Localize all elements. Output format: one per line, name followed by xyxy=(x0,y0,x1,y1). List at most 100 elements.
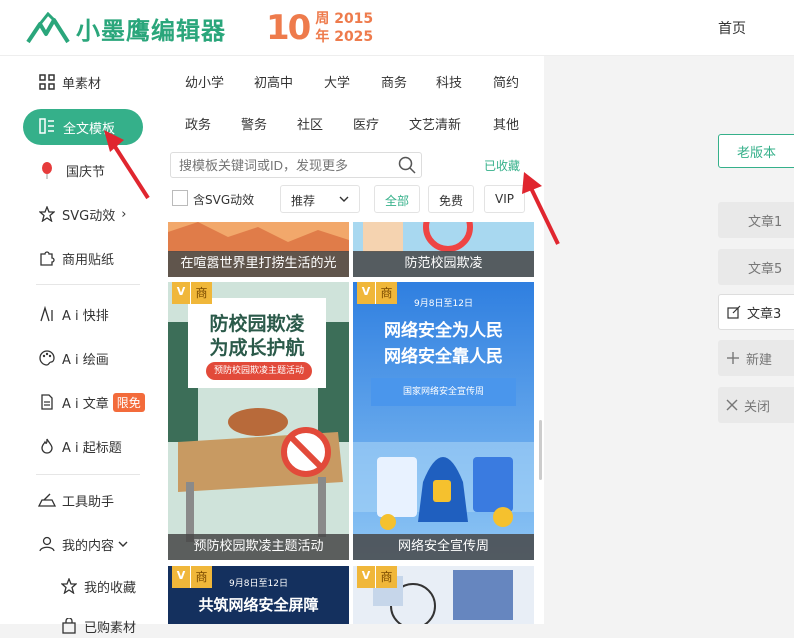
vip-tag: V xyxy=(172,282,190,304)
user-icon xyxy=(38,535,56,553)
sidebar-item-label: A i 绘画 xyxy=(62,352,109,368)
category-university[interactable]: 大学 xyxy=(324,72,350,91)
poster-title-line-2: 网络安全靠人民 xyxy=(384,347,503,367)
filter-all-pill[interactable]: 全部 xyxy=(374,185,421,213)
chevron-down-icon xyxy=(118,537,128,552)
sidebar-item-label: A i 起标题 xyxy=(62,440,122,456)
filter-free-pill[interactable]: 免费 xyxy=(428,185,475,213)
palette-icon xyxy=(38,349,56,367)
sidebar-item-ai-paint[interactable]: A i 绘画 xyxy=(38,346,109,370)
sidebar-item-single-material[interactable]: 单素材 xyxy=(38,70,101,94)
template-card[interactable]: 9月8日至12日 共筑网络安全屏障 V 商 xyxy=(168,566,349,624)
category-government[interactable]: 政务 xyxy=(185,114,211,133)
sidebar-item-my-favorites[interactable]: 我的收藏 xyxy=(60,574,136,598)
sidebar-item-label: A i 快排 xyxy=(62,308,109,324)
annotation-arrow-icon xyxy=(522,172,560,245)
category-police[interactable]: 警务 xyxy=(241,114,267,133)
sidebar-item-label: SVG动效 xyxy=(62,208,116,224)
sidebar-item-label: 商用贴纸 xyxy=(62,252,115,268)
vip-tag: V xyxy=(357,282,375,304)
category-middle-school[interactable]: 初高中 xyxy=(254,72,293,91)
logo[interactable]: 小墨鹰编辑器 xyxy=(26,10,226,46)
article-tab-5[interactable]: 文章5 xyxy=(718,249,794,285)
search-icon[interactable] xyxy=(398,156,416,178)
category-literary[interactable]: 文艺清新 xyxy=(409,114,461,133)
poster-subtitle: 预防校园欺凌主题活动 xyxy=(213,366,304,376)
sidebar-divider xyxy=(36,284,140,285)
card-caption: 在喧嚣世界里打捞生活的光 xyxy=(168,251,349,277)
sidebar-item-purchased[interactable]: 已购素材 xyxy=(60,614,136,638)
svg-filter-checkbox[interactable] xyxy=(172,190,188,206)
logo-text: 小墨鹰编辑器 xyxy=(76,16,226,45)
template-card[interactable]: 防范校园欺凌 xyxy=(353,222,534,277)
sidebar-item-ai-article[interactable]: A i 文章 限免 xyxy=(38,390,145,414)
sidebar-item-ai-layout[interactable]: A i 快排 xyxy=(38,302,109,326)
star-icon xyxy=(60,577,78,595)
poster-title-line-1: 共筑网络安全屏障 xyxy=(198,596,319,614)
sidebar-item-ai-title[interactable]: A i 起标题 xyxy=(38,434,122,458)
star-icon xyxy=(38,205,56,223)
poster-title-line-1: 防校园欺凌 xyxy=(209,313,305,335)
old-version-button[interactable]: 老版本 xyxy=(718,134,794,168)
sidebar-item-tools[interactable]: 工具助手 xyxy=(38,488,114,512)
scrollbar-thumb[interactable] xyxy=(539,420,542,480)
template-card[interactable]: V 商 xyxy=(353,566,534,624)
commercial-tag: 商 xyxy=(190,566,212,588)
commercial-tag: 商 xyxy=(375,282,397,304)
close-article-button[interactable]: 关闭 xyxy=(718,387,794,423)
sidebar-item-label: A i 文章 xyxy=(62,396,109,412)
category-community[interactable]: 社区 xyxy=(297,114,323,133)
logo-icon xyxy=(26,12,70,44)
anniversary-line-2: 年 2025 xyxy=(315,29,374,45)
home-link[interactable]: 首页 xyxy=(718,18,746,38)
sidebar-item-my-content[interactable]: 我的内容 xyxy=(38,532,128,556)
card-caption: 防范校园欺凌 xyxy=(353,251,534,277)
article-tab-3[interactable]: 文章3 xyxy=(718,294,794,330)
category-other[interactable]: 其他 xyxy=(493,114,519,133)
anniversary-badge: 10 周 2015 年 2025 xyxy=(266,8,373,48)
sidebar-item-label: 已购素材 xyxy=(84,620,137,636)
anniversary-number: 10 xyxy=(266,8,311,48)
poster-subtitle: 国家网络安全宣传周 xyxy=(402,387,484,397)
document-icon xyxy=(38,393,56,411)
tools-icon xyxy=(38,491,56,509)
vip-tag: V xyxy=(172,566,190,588)
template-card[interactable]: 9月8日至12日 网络安全为人民 网络安全靠人民 国家网络安全宣传周 V 商 网… xyxy=(353,282,534,560)
edit-icon xyxy=(727,305,741,319)
category-business[interactable]: 商务 xyxy=(381,72,407,91)
category-medical[interactable]: 医疗 xyxy=(353,114,379,133)
category-kindergarten[interactable]: 幼小学 xyxy=(185,72,224,91)
article-tab-1[interactable]: 文章1 xyxy=(718,202,794,238)
sidebar-item-national-day[interactable]: 国庆节 xyxy=(38,158,105,182)
limited-free-badge: 限免 xyxy=(112,392,145,412)
sidebar-item-svg-animation[interactable]: SVG动效 › xyxy=(38,202,126,226)
search-input[interactable] xyxy=(170,152,422,178)
sidebar-divider xyxy=(36,474,140,475)
template-icon xyxy=(39,118,57,136)
chevron-right-icon: › xyxy=(121,206,127,222)
sidebar-item-label: 我的内容 xyxy=(62,538,115,554)
vip-tag: V xyxy=(357,566,375,588)
balloon-icon xyxy=(38,161,56,179)
category-simple[interactable]: 简约 xyxy=(493,72,519,91)
grid-icon xyxy=(38,73,56,91)
new-article-button[interactable]: 新建 xyxy=(718,340,794,376)
sidebar-item-label: 工具助手 xyxy=(62,494,115,510)
svg-filter-label: 含SVG动效 xyxy=(193,193,255,207)
sidebar-item-stickers[interactable]: 商用贴纸 xyxy=(38,246,114,270)
plus-icon xyxy=(726,351,740,365)
top-header: 小墨鹰编辑器 10 周 2015 年 2025 首页 xyxy=(0,0,794,56)
sort-selected-value: 推荐 xyxy=(291,194,316,208)
sort-select[interactable]: 推荐 xyxy=(280,185,360,213)
ai-layout-icon xyxy=(38,305,56,323)
puzzle-icon xyxy=(38,249,56,267)
card-caption: 网络安全宣传周 xyxy=(353,534,534,560)
template-panel: 幼小学 初高中 大学 商务 科技 简约 政务 警务 社区 医疗 文艺清新 其他 … xyxy=(160,56,544,624)
category-tech[interactable]: 科技 xyxy=(436,72,462,91)
card-caption: 预防校园欺凌主题活动 xyxy=(168,534,349,560)
template-card[interactable]: 在喧嚣世界里打捞生活的光 xyxy=(168,222,349,277)
poster-title-line-1: 网络安全为人民 xyxy=(384,321,503,341)
close-icon xyxy=(726,399,738,411)
chevron-down-icon xyxy=(339,192,349,206)
template-card[interactable]: 防校园欺凌 为成长护航 预防校园欺凌主题活动 V 商 预防校园欺凌主题活动 xyxy=(168,282,349,560)
